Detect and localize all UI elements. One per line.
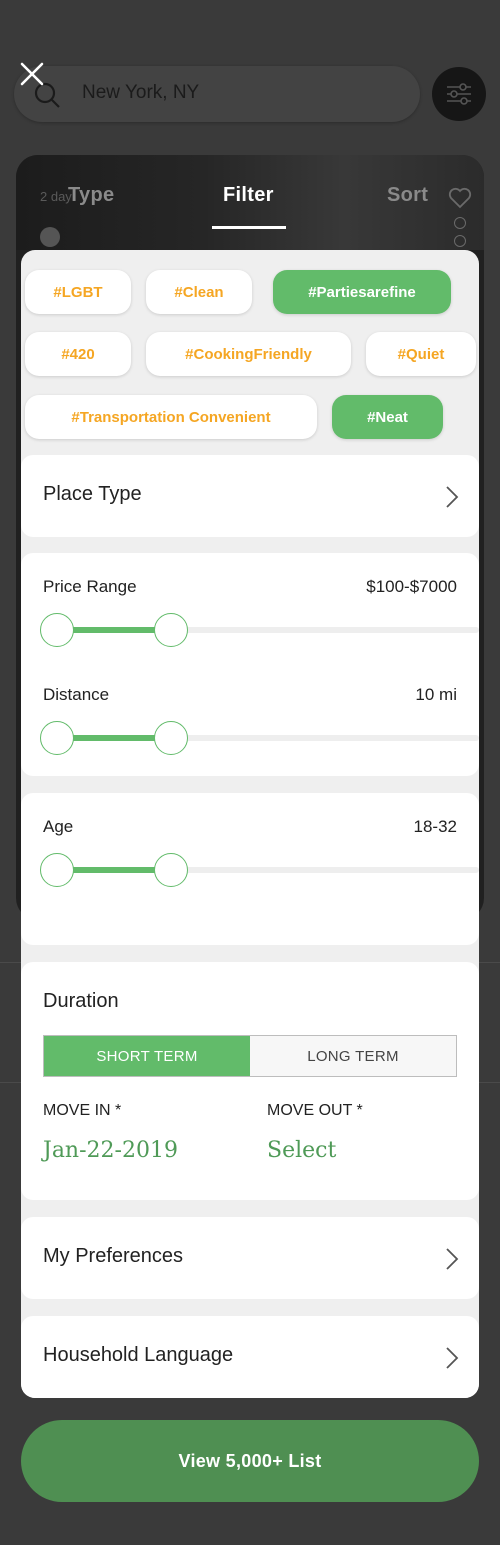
tag-lgbt[interactable]: #LGBT [25,270,131,314]
tab-sort[interactable]: Sort [387,184,428,207]
distance-label: Distance [43,685,110,704]
tag-partiesarefine[interactable]: #Partiesarefine [273,270,451,314]
price-range-value: $100-$7000 [366,577,457,596]
age-value: 18-32 [413,817,457,836]
chevron-right-icon [446,486,459,508]
view-list-button[interactable]: View 5,000+ List [21,1420,479,1502]
household-language-row[interactable]: Household Language [21,1316,479,1398]
close-icon[interactable] [18,60,46,88]
tag-cookingfriendly[interactable]: #CookingFriendly [146,332,351,376]
tab-filter[interactable]: Filter [223,184,274,207]
duration-toggle: SHORT TERM LONG TERM [43,1035,457,1077]
chevron-right-icon [446,1347,459,1369]
heart-icon [448,187,472,209]
search-location-text: New York, NY [82,82,200,103]
tag-420[interactable]: #420 [25,332,131,376]
move-in-label: MOVE IN * [43,1102,122,1119]
my-preferences-row[interactable]: My Preferences [21,1217,479,1299]
search-bar[interactable]: New York, NY [14,66,420,122]
active-tab-indicator [212,226,286,229]
move-out-label: MOVE OUT * [267,1102,363,1119]
move-out-date[interactable]: Select [267,1138,336,1163]
tag-clean[interactable]: #Clean [146,270,252,314]
chevron-right-icon [446,1248,459,1270]
age-panel: Age 18-32 [21,793,479,945]
age-min-handle[interactable] [40,853,74,887]
tag-transportation-convenient[interactable]: #Transportation Convenient [25,395,317,439]
place-type-label: Place Type [43,483,142,505]
duration-panel: Duration SHORT TERM LONG TERM MOVE IN * … [21,962,479,1200]
distance-value: 10 mi [415,685,457,704]
tab-type[interactable]: Type [68,184,114,207]
price-distance-panel: Price Range $100-$7000 Distance 10 mi [21,553,479,776]
tag-quiet[interactable]: #Quiet [366,332,476,376]
filter-sheet: #LGBT #Clean #Partiesarefine #420 #Cooki… [21,250,479,1398]
distance-max-handle[interactable] [154,721,188,755]
age-label: Age [43,817,74,836]
price-max-handle[interactable] [154,613,188,647]
price-min-handle[interactable] [40,613,74,647]
short-term-button[interactable]: SHORT TERM [44,1036,250,1076]
place-type-row[interactable]: Place Type [21,455,479,537]
tag-neat[interactable]: #Neat [332,395,443,439]
long-term-button[interactable]: LONG TERM [250,1036,456,1076]
distance-min-handle[interactable] [40,721,74,755]
my-preferences-label: My Preferences [43,1245,184,1267]
duration-label: Duration [43,990,119,1012]
move-in-date[interactable]: Jan-22-2019 [43,1138,178,1163]
price-range-label: Price Range [43,577,137,596]
filter-settings-button[interactable] [432,67,486,121]
check-icon [40,227,60,247]
sliders-icon [447,83,471,105]
age-max-handle[interactable] [154,853,188,887]
household-language-label: Household Language [43,1344,234,1366]
